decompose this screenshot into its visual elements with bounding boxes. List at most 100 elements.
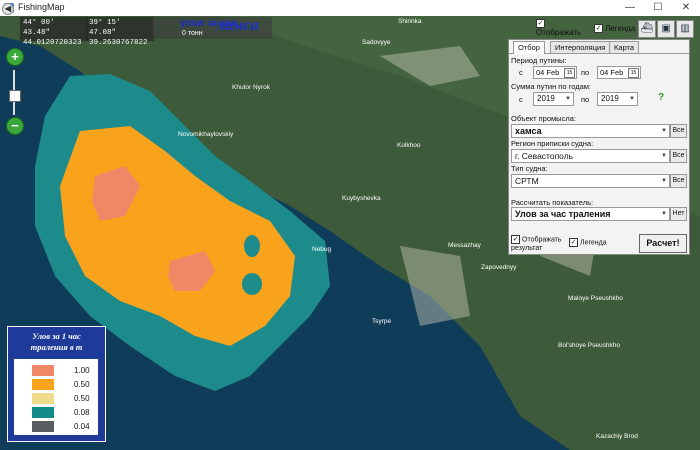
object-select[interactable]: хамса ▼	[511, 124, 670, 138]
back-button[interactable]: ◀	[2, 3, 14, 15]
legend-item: 0.04	[22, 421, 92, 432]
checkbox-icon[interactable]: ✓	[594, 24, 603, 34]
date-to-input[interactable]: 04 Feb 15	[597, 66, 641, 79]
coord-lat-2: 39° 15' 47.08"	[89, 19, 121, 37]
place-label: Khutor Nyrok	[232, 84, 270, 91]
legend-title-line1: Улов за 1 час	[32, 331, 81, 341]
calendar-icon[interactable]: 15	[564, 68, 575, 78]
place-label: Kuybyshevka	[342, 195, 381, 202]
legend-value: 1.00	[74, 366, 90, 375]
legend-swatch	[32, 421, 54, 432]
from-label: с	[519, 68, 523, 77]
maximize-button[interactable]: ☐	[644, 0, 672, 16]
legend-toggle[interactable]: ✓ Легенда	[594, 24, 636, 34]
legend-item: 0.50	[22, 393, 92, 404]
indicator-select[interactable]: Улов за час траления ▼	[511, 207, 670, 221]
legend-item: 0.08	[22, 407, 92, 418]
legend-title: Улов за 1 час траления в т	[8, 331, 105, 353]
indicator-none-button[interactable]: Нет	[670, 207, 687, 221]
place-label: Maloye Pseushkho	[568, 295, 623, 302]
place-label: Kazachiy Brod	[596, 433, 638, 440]
region-value: г. Севастополь	[515, 151, 574, 161]
vessel-value: СРТМ	[515, 176, 539, 186]
tab-interpolation[interactable]: Интерполяция	[550, 41, 611, 53]
coord-box-1: 44° 00' 43.48" 44.0120720323	[20, 17, 88, 47]
indicator-value: Улов за час траления	[515, 209, 611, 219]
legend-body: 1.00 0.50 0.50 0.08 0.04	[14, 359, 98, 435]
chevron-down-icon: ▼	[629, 96, 635, 102]
camera-icon[interactable]: ▣	[657, 20, 675, 38]
region-select[interactable]: г. Севастополь ▼	[511, 149, 670, 163]
legend-item: 0.50	[22, 379, 92, 390]
vessel-label: Тип судна:	[511, 164, 548, 173]
help-icon[interactable]: ?	[658, 92, 664, 103]
coord-lon-1: 44.0120720323	[23, 39, 82, 47]
legend-value: 0.50	[74, 394, 90, 403]
zoom-in-button[interactable]: +	[6, 48, 24, 66]
object-value: хамса	[515, 126, 542, 136]
chevron-down-icon: ▼	[565, 96, 571, 102]
chevron-down-icon: ▼	[661, 178, 667, 184]
date-from-value: 04 Feb	[536, 68, 560, 77]
zoom-slider-thumb[interactable]	[9, 90, 21, 102]
place-label: Shirinka	[398, 18, 422, 25]
checkbox-icon[interactable]: ✓	[536, 19, 545, 29]
place-label: Nebug	[312, 246, 332, 253]
place-label: Kolkhoo	[397, 142, 421, 149]
place-label: Zapovednyy	[481, 264, 517, 271]
chevron-down-icon: ▼	[661, 128, 667, 134]
vessel-all-button[interactable]: Все	[670, 174, 687, 188]
year-from-label: с	[519, 95, 523, 104]
ship-icon[interactable]: ⛴	[638, 20, 656, 38]
date-from-input[interactable]: 04 Feb 15	[533, 66, 577, 79]
legend-title-line2: траления в т	[30, 342, 83, 352]
calendar-icon[interactable]: 15	[628, 68, 639, 78]
tab-selection[interactable]: Отбор	[513, 41, 545, 54]
panel-legend-toggle[interactable]: ✓ Легенда	[569, 238, 607, 247]
metric-value: 0 тонн	[182, 30, 203, 37]
coord-lon-2: 39.2630767822	[89, 39, 148, 47]
year-from-select[interactable]: 2019 ▼	[533, 92, 574, 106]
window-title: FishingMap	[18, 2, 65, 12]
year-to-value: 2019	[601, 94, 619, 103]
panel-legend-label: Легенда	[580, 239, 607, 247]
chevron-down-icon: ▼	[661, 153, 667, 159]
sum-label: Сумма путин по годам:	[511, 82, 591, 91]
close-button[interactable]: ✕	[672, 0, 700, 16]
panel-show-result-toggle[interactable]: ✓ Отображать результат	[511, 235, 573, 253]
place-label: Novomikhaylovskiy	[178, 131, 234, 138]
region-label: Регион приписки судна:	[511, 139, 594, 148]
legend-swatch	[32, 379, 54, 390]
book-icon[interactable]: ▥	[676, 20, 694, 38]
legend-item: 1.00	[22, 365, 92, 376]
coord-lat-1: 44° 00' 43.48"	[23, 19, 55, 37]
year-to-select[interactable]: 2019 ▼	[597, 92, 638, 106]
checkbox-icon[interactable]: ✓	[569, 238, 578, 247]
chevron-down-icon: ▼	[661, 211, 667, 217]
place-label: Sadovyye	[362, 39, 391, 46]
legend-swatch	[32, 407, 54, 418]
title-bar: FishingMap — ☐ ✕	[0, 0, 700, 17]
calculate-button[interactable]: Расчет!	[639, 234, 687, 253]
panel-tabs: Отбор Интерполяция Карта	[509, 40, 689, 54]
to-label: по	[581, 68, 590, 77]
species-title: хамса	[217, 17, 259, 34]
minimize-button[interactable]: —	[616, 0, 644, 16]
year-from-value: 2019	[537, 94, 555, 103]
control-panel: Отбор Интерполяция Карта Период путины: …	[508, 39, 690, 255]
legend-label: Легенда	[605, 24, 636, 33]
zone-hole-1	[244, 235, 260, 257]
region-all-button[interactable]: Все	[670, 149, 687, 163]
place-label: Tsyrpe	[372, 318, 392, 325]
place-label: Bol'shoye Pseushkho	[558, 342, 620, 349]
checkbox-icon[interactable]: ✓	[511, 235, 520, 244]
vessel-select[interactable]: СРТМ ▼	[511, 174, 670, 188]
zoom-out-button[interactable]: −	[6, 117, 24, 135]
coord-box-2: 39° 15' 47.08" 39.2630767822	[86, 17, 154, 47]
legend-value: 0.04	[74, 422, 90, 431]
object-all-button[interactable]: Все	[670, 124, 687, 138]
place-label: Messazhay	[448, 242, 481, 249]
tab-map[interactable]: Карта	[609, 41, 640, 53]
map-legend: Улов за 1 час траления в т 1.00 0.50 0.5…	[7, 326, 106, 442]
period-label: Период путины:	[511, 56, 567, 65]
